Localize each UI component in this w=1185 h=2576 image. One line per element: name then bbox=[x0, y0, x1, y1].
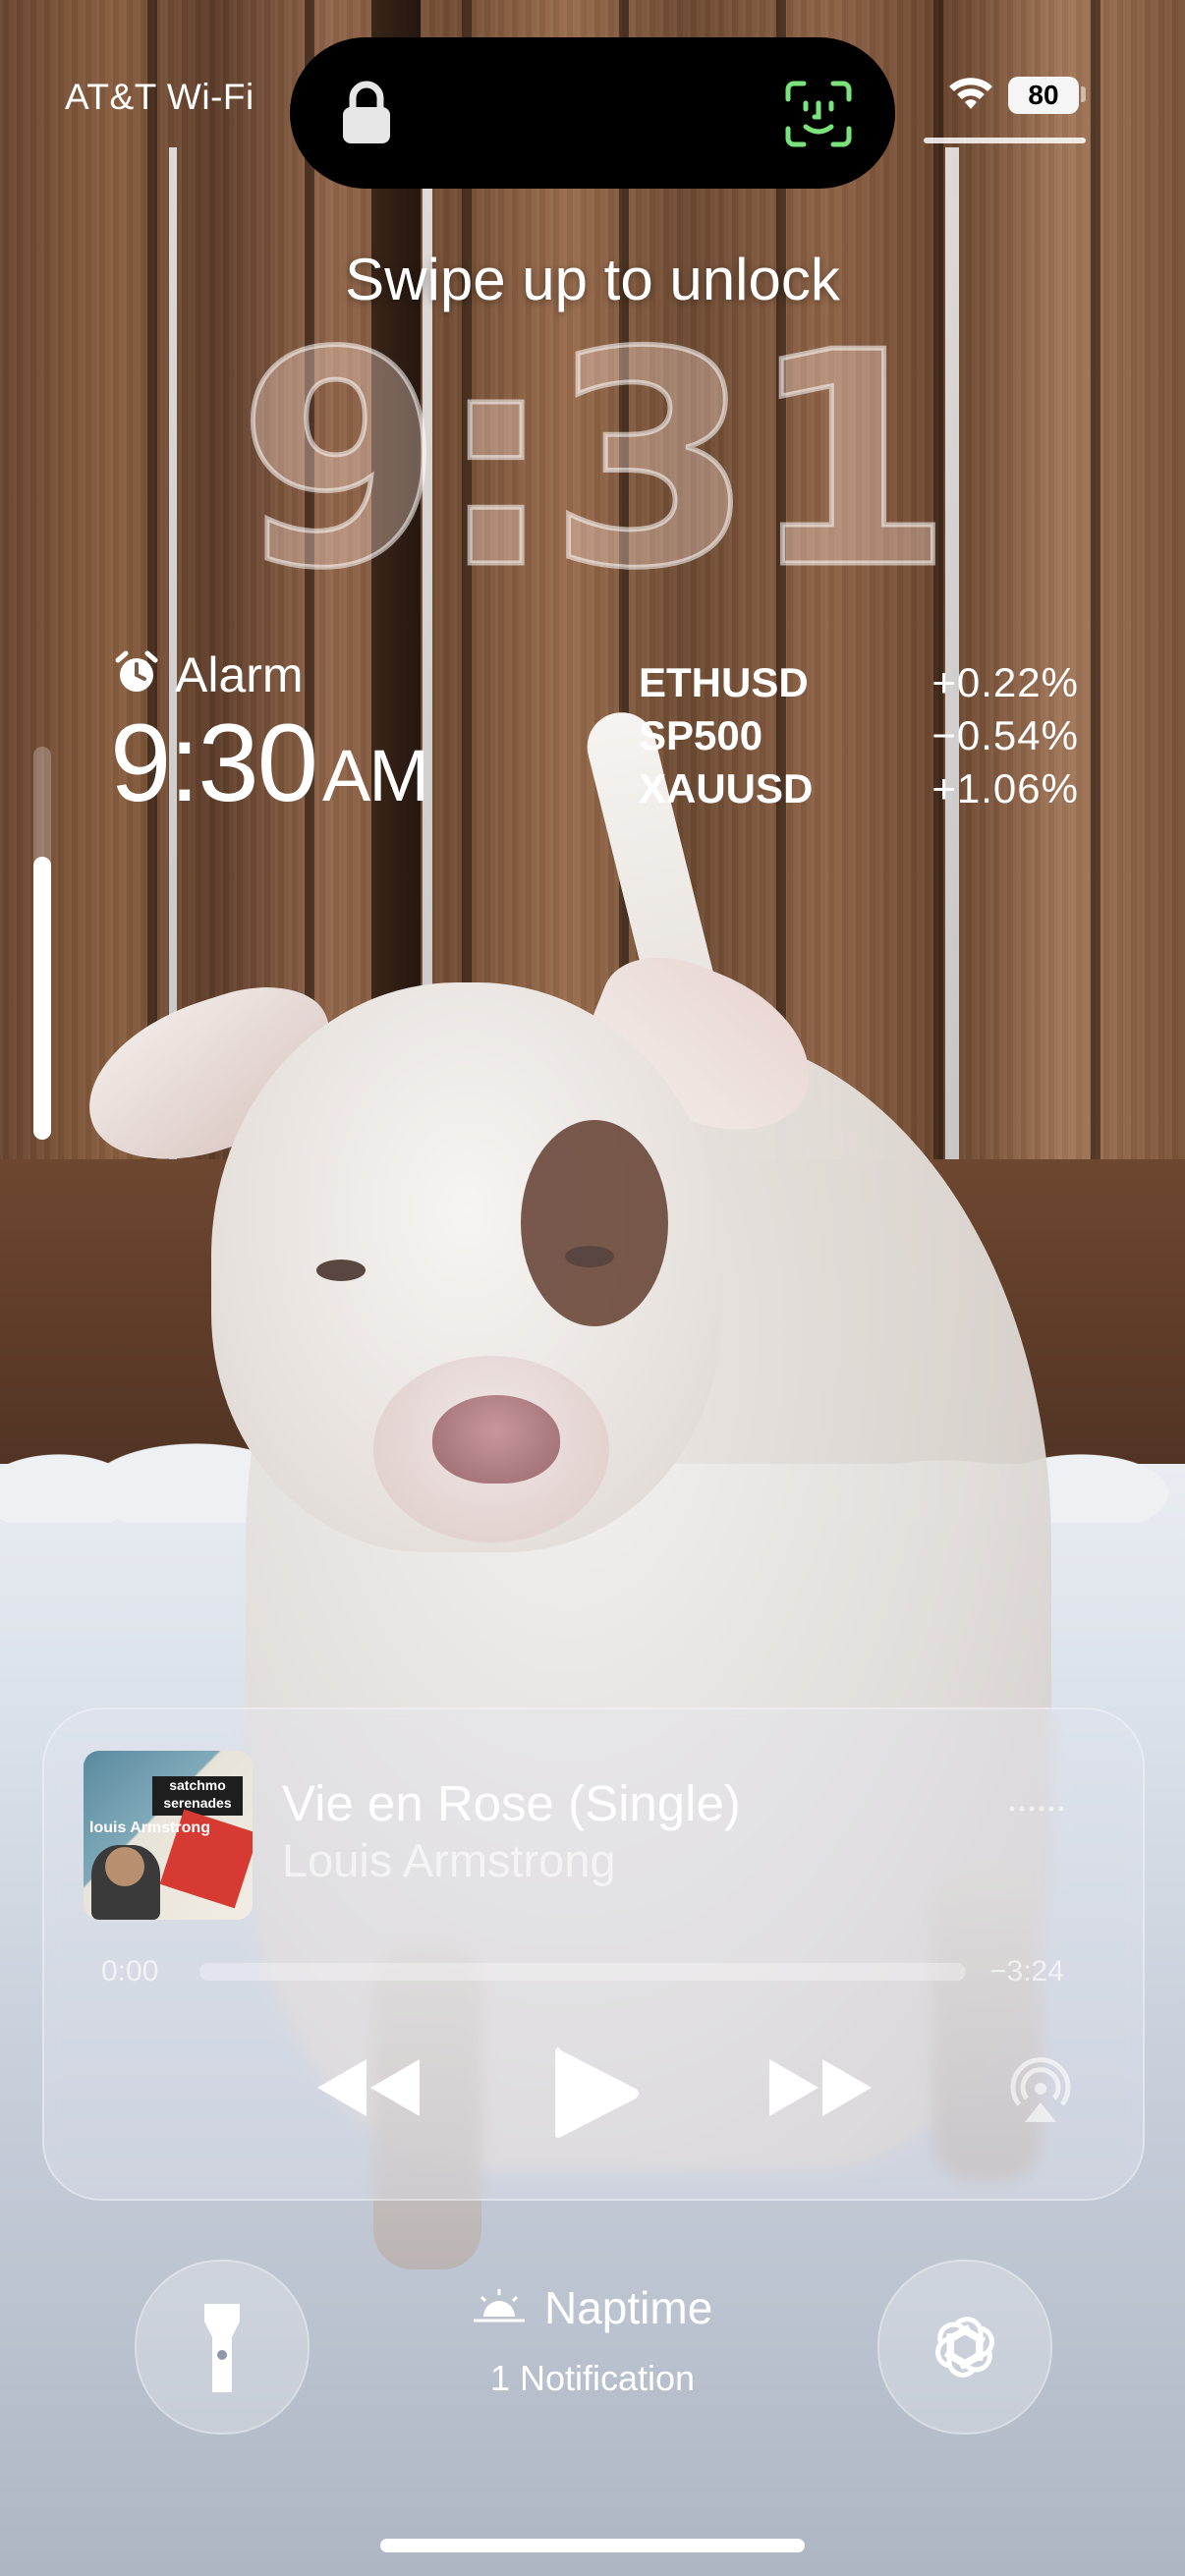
playback-scrubber[interactable] bbox=[199, 1963, 966, 1981]
stock-symbol: XAUUSD bbox=[639, 765, 814, 812]
airplay-icon[interactable] bbox=[1005, 2055, 1076, 2126]
alarm-time[interactable]: 9:30AM bbox=[110, 700, 429, 826]
stock-symbol: ETHUSD bbox=[639, 659, 809, 705]
alarm-time-value: 9:30 bbox=[110, 701, 318, 824]
play-button[interactable] bbox=[551, 2044, 642, 2144]
dog-nose bbox=[432, 1395, 560, 1484]
lock-icon bbox=[343, 81, 390, 143]
faceid-icon bbox=[785, 81, 852, 147]
lock-clock: 9:31 bbox=[235, 290, 955, 633]
stock-row: XAUUSD +1.06% bbox=[639, 762, 1079, 815]
song-title: Vie en Rose (Single) bbox=[282, 1775, 741, 1831]
alarm-period: AM bbox=[321, 735, 429, 816]
flashlight-button[interactable] bbox=[135, 2260, 310, 2435]
song-artist: Louis Armstrong bbox=[282, 1834, 616, 1886]
stock-row: SP500 −0.54% bbox=[639, 709, 1079, 762]
alarm-clock-icon bbox=[115, 650, 158, 692]
fast-forward-button[interactable] bbox=[765, 2055, 875, 2120]
chatgpt-icon bbox=[935, 2317, 994, 2378]
home-indicator[interactable] bbox=[380, 2539, 805, 2552]
stocks-widget[interactable]: ETHUSD +0.22% SP500 −0.54% XAUUSD +1.06% bbox=[639, 656, 1079, 815]
carrier-label: AT&T Wi-Fi bbox=[65, 77, 254, 117]
more-icon[interactable] bbox=[1007, 1806, 1066, 1812]
now-playing-widget[interactable]: satchmo serenades louis Armstrong Vie en… bbox=[42, 1708, 1145, 2201]
album-art-face bbox=[105, 1847, 144, 1886]
time-remaining: −3:24 bbox=[989, 1955, 1064, 1988]
album-art[interactable]: satchmo serenades louis Armstrong bbox=[84, 1751, 253, 1920]
rewind-button[interactable] bbox=[313, 2055, 423, 2120]
sleep-focus-icon bbox=[474, 2289, 525, 2323]
focus-mode-label[interactable]: Naptime bbox=[544, 2281, 712, 2334]
chatgpt-button[interactable] bbox=[877, 2260, 1052, 2435]
dog-eye bbox=[565, 1246, 614, 1267]
control-center-grabber[interactable] bbox=[924, 138, 1086, 143]
album-art-title: satchmo serenades bbox=[152, 1776, 243, 1816]
dynamic-island[interactable] bbox=[290, 37, 895, 189]
battery-tip bbox=[1081, 86, 1086, 102]
stock-change: −0.54% bbox=[931, 712, 1079, 758]
time-elapsed: 0:00 bbox=[101, 1955, 159, 1988]
stock-change: +0.22% bbox=[931, 659, 1079, 705]
wifi-icon bbox=[949, 78, 992, 109]
stock-change: +1.06% bbox=[931, 765, 1079, 812]
stock-row: ETHUSD +0.22% bbox=[639, 656, 1079, 709]
dog-eye bbox=[316, 1260, 366, 1281]
dog-patch bbox=[521, 1120, 668, 1326]
volume-level-fill bbox=[33, 857, 51, 1140]
alarm-label: Alarm bbox=[175, 647, 304, 702]
stock-symbol: SP500 bbox=[639, 712, 763, 758]
album-art-artist: louis Armstrong bbox=[89, 1820, 210, 1836]
battery-indicator: 80 bbox=[1008, 77, 1079, 114]
